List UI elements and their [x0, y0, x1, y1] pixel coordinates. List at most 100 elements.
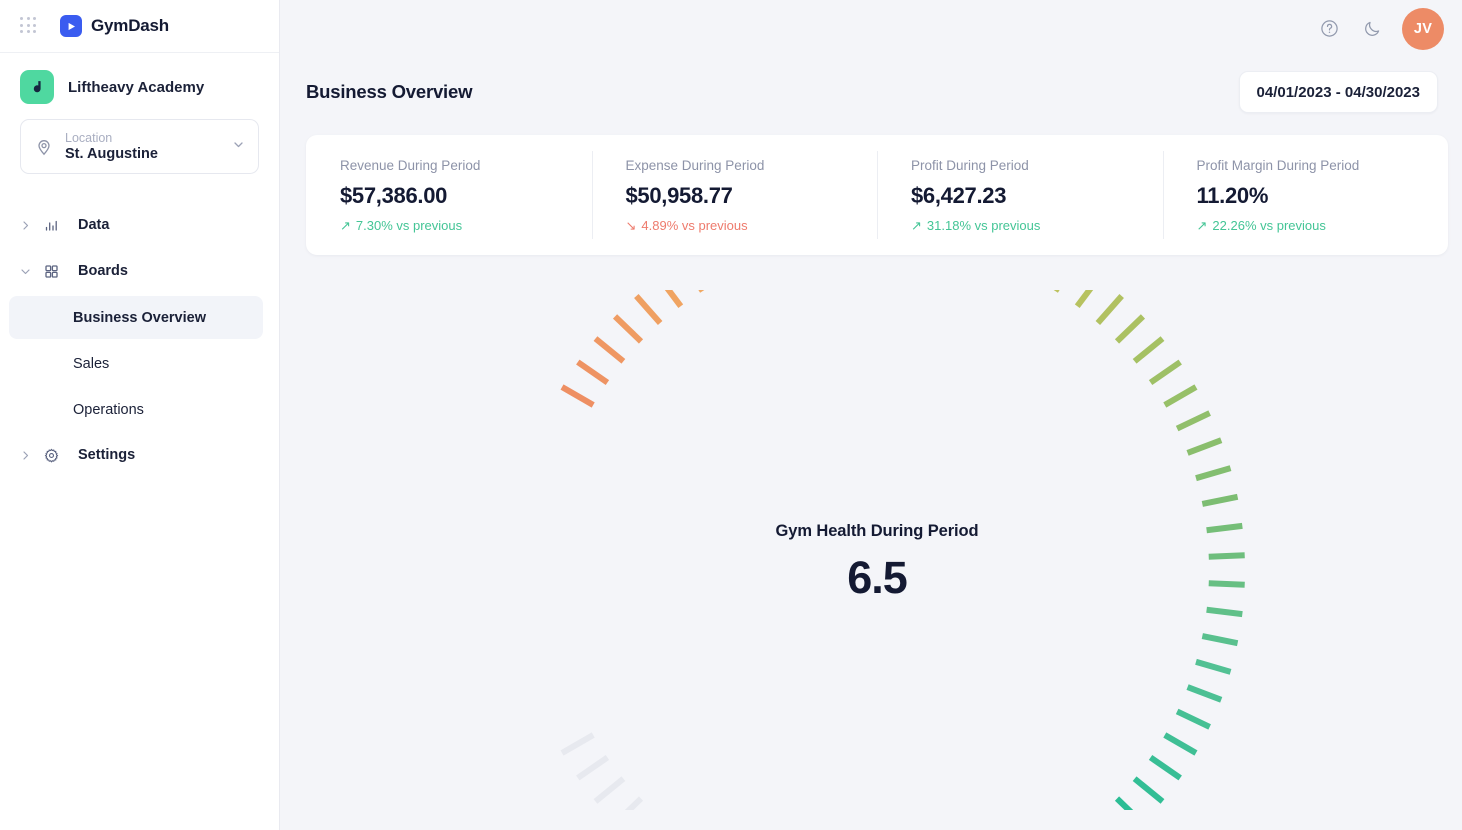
gauge-tick [1095, 294, 1124, 325]
gauge-tick [1186, 437, 1223, 456]
chevron-down-icon [232, 138, 246, 156]
kpi-summary-card: Revenue During Period $57,386.00 ↗ 7.30%… [306, 135, 1448, 255]
sidebar-subitem-label: Business Overview [73, 309, 206, 326]
trend-down-arrow-icon: ↘ [625, 218, 637, 233]
sidebar-nav: Data Boards Business Overview Sales Oper… [0, 204, 279, 477]
kpi-label: Revenue During Period [340, 158, 481, 173]
app-root: GymDash Liftheavy Academy Location St. A… [0, 0, 1462, 830]
sidebar-item-data[interactable]: Data [0, 204, 279, 247]
avatar[interactable]: JV [1402, 7, 1444, 50]
gauge-tick [624, 796, 644, 810]
sidebar-subitem-label: Operations [73, 401, 144, 418]
gauge-tick [698, 290, 705, 293]
location-value: St. Augustine [65, 145, 158, 162]
trend-up-arrow-icon: ↗ [1196, 218, 1208, 233]
gauge-tick [1148, 754, 1182, 781]
gauge-tick [1163, 384, 1198, 408]
gauge-tick [1163, 732, 1198, 756]
kpi-expense: Expense During Period $50,958.77 ↘ 4.89%… [591, 135, 878, 255]
main-content: JV Business Overview 04/01/2023 - 04/30/… [280, 0, 1462, 830]
gauge-tick [576, 359, 610, 386]
gauge-tick [593, 776, 626, 804]
gauge-tick [1114, 314, 1146, 344]
gauge-tick [1186, 684, 1223, 703]
kpi-delta-text: 7.30% vs previous [355, 218, 463, 233]
gauge-tick [1132, 776, 1165, 804]
kpi-profit: Profit During Period $6,427.23 ↗ 31.18% … [877, 135, 1163, 255]
gauge-tick [664, 290, 684, 308]
sidebar-item-business-overview[interactable]: Business Overview [9, 296, 263, 339]
gauge-tick [1148, 359, 1182, 386]
kpi-value: $6,427.23 [911, 183, 1007, 208]
kpi-label: Expense During Period [625, 158, 765, 173]
brand-name: GymDash [91, 16, 169, 35]
kpi-delta-text: 4.89% vs previous [641, 218, 748, 233]
kpi-profit-margin: Profit Margin During Period 11.20% ↗ 22.… [1162, 135, 1449, 255]
gauge-value: 6.5 [847, 552, 908, 603]
org-name: Liftheavy Academy [68, 78, 205, 96]
topbar: JV [280, 0, 1462, 57]
gauge-tick [1114, 796, 1134, 810]
trend-up-arrow-icon: ↗ [911, 218, 922, 233]
gauge-center-readout: Gym Health During Period 6.5 [306, 522, 1448, 604]
gauge-title: Gym Health During Period [775, 522, 979, 540]
kpi-delta: ↗ 7.30% vs previous [340, 218, 592, 233]
apps-grid-icon[interactable] [20, 17, 38, 35]
gauge-stage: Gym Health During Period 6.5 [306, 290, 1448, 810]
kpi-delta: ↗ 22.26% vs previous [1197, 218, 1449, 233]
kpi-value: 11.20% [1196, 183, 1269, 208]
grid-board-icon [44, 264, 60, 279]
kpi-delta-text: 31.18% vs previous [926, 218, 1041, 233]
location-label: Location [65, 130, 113, 145]
gauge-tick [1053, 290, 1060, 293]
gauge-tick [576, 754, 610, 781]
sidebar-item-label: Settings [78, 447, 136, 464]
kpi-delta-text: 22.26% vs previous [1212, 218, 1326, 233]
kpi-label: Profit Margin During Period [1196, 158, 1360, 173]
gauge-tick [1206, 606, 1243, 618]
organization-row[interactable]: Liftheavy Academy [0, 53, 279, 119]
kpi-value: $50,958.77 [625, 183, 733, 208]
kpi-delta: ↘ 4.89% vs previous [626, 218, 878, 233]
gauge-tick [1201, 493, 1239, 507]
gear-icon [44, 448, 60, 463]
help-circle-icon[interactable] [1316, 16, 1342, 42]
location-selector[interactable]: Location St. Augustine [20, 119, 259, 174]
chevron-right-icon [20, 450, 38, 461]
sidebar-item-settings[interactable]: Settings [0, 434, 279, 477]
page-title: Business Overview [306, 81, 473, 102]
date-range-picker[interactable]: 04/01/2023 - 04/30/2023 [1238, 71, 1438, 113]
sidebar-item-label: Data [78, 217, 110, 234]
gauge-tick [612, 314, 644, 344]
sidebar-item-operations[interactable]: Operations [9, 388, 263, 431]
kpi-value: $57,386.00 [340, 183, 448, 208]
gauge-tick [1074, 290, 1094, 308]
brand[interactable]: GymDash [60, 15, 169, 37]
chevron-down-icon [20, 266, 38, 277]
bar-chart-icon [44, 218, 60, 233]
sidebar-item-sales[interactable]: Sales [9, 342, 263, 385]
play-logo-icon [60, 15, 82, 37]
gauge-tick [593, 336, 626, 364]
kpi-delta: ↗ 31.18% vs previous [911, 218, 1163, 233]
moon-icon[interactable] [1359, 16, 1385, 42]
gauge-tick [634, 294, 663, 325]
sidebar-subitem-label: Sales [73, 355, 110, 372]
gauge-tick [560, 732, 595, 756]
location-pin-icon [33, 138, 55, 156]
sidebar-header: GymDash [0, 0, 279, 53]
gauge-tick [1175, 708, 1211, 730]
gauge-tick [1132, 336, 1165, 364]
sidebar: GymDash Liftheavy Academy Location St. A… [0, 0, 280, 830]
trend-up-arrow-icon: ↗ [340, 218, 351, 233]
gauge-tick [1195, 465, 1232, 482]
sidebar-item-boards[interactable]: Boards [0, 250, 279, 293]
gauge-chart-panel: Gym Health During Period 6.5 [306, 280, 1448, 820]
kpi-revenue: Revenue During Period $57,386.00 ↗ 7.30%… [306, 135, 592, 255]
gauge-tick [1175, 410, 1211, 432]
sidebar-item-label: Boards [78, 263, 128, 280]
page-header: Business Overview 04/01/2023 - 04/30/202… [280, 57, 1462, 113]
chevron-right-icon [20, 220, 38, 231]
kpi-label: Profit During Period [911, 158, 1029, 173]
org-avatar-icon [20, 70, 54, 104]
